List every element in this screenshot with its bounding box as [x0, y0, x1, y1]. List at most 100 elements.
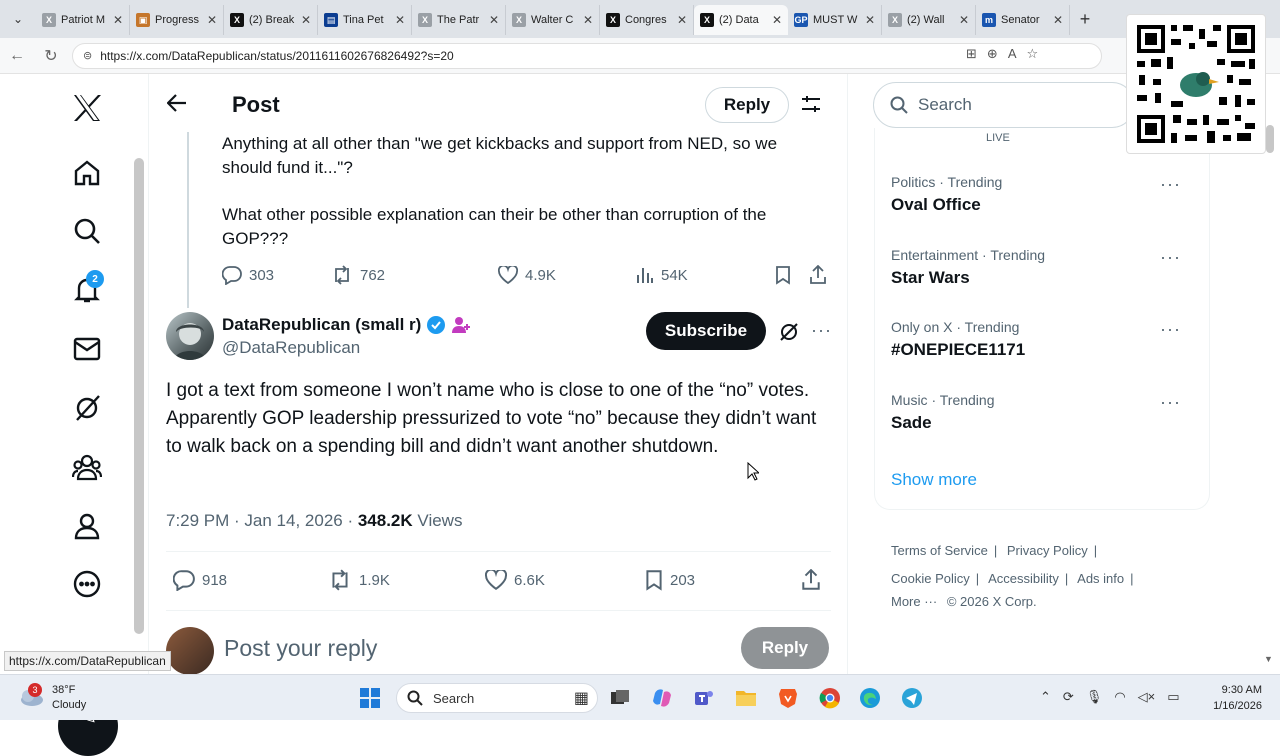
like-action[interactable]: 4.9K	[498, 266, 556, 284]
close-tab-icon[interactable]: ✕	[301, 13, 311, 27]
browser-tab[interactable]: X Walter C ✕	[506, 5, 600, 35]
repost-action[interactable]: 1.9K	[328, 569, 390, 591]
post-date[interactable]: Jan 14, 2026	[244, 511, 342, 530]
accessibility-link[interactable]: Accessibility	[988, 571, 1059, 586]
more-options-icon[interactable]: ···	[1160, 392, 1181, 413]
brave-browser-icon[interactable]	[774, 684, 802, 712]
more-options-icon[interactable]: ···	[1160, 174, 1181, 195]
trend-item[interactable]: Politics · Trending Oval Office ···	[891, 174, 1191, 215]
read-aloud-icon[interactable]: A	[1008, 46, 1017, 62]
more-options-icon[interactable]: ···	[1160, 319, 1181, 340]
more-options-icon[interactable]: ···	[1160, 247, 1181, 268]
chrome-icon[interactable]	[816, 684, 844, 712]
app-available-icon[interactable]: ⊞	[966, 46, 977, 62]
trend-item[interactable]: Entertainment · Trending Star Wars ···	[891, 247, 1191, 288]
messages-envelope-icon[interactable]	[62, 329, 112, 369]
share-icon[interactable]	[801, 569, 821, 591]
tab-list-menu-icon[interactable]: ⌄	[0, 0, 36, 38]
close-tab-icon[interactable]: ✕	[395, 13, 405, 27]
search-input[interactable]: Search	[873, 82, 1135, 128]
scroll-down-arrow-icon[interactable]: ▼	[1264, 654, 1273, 664]
bookmark-action[interactable]: 203	[645, 569, 695, 591]
zoom-icon[interactable]: ⊕	[987, 46, 998, 62]
close-tab-icon[interactable]: ✕	[207, 13, 217, 27]
privacy-link[interactable]: Privacy Policy	[1007, 543, 1088, 558]
back-arrow-icon[interactable]	[166, 94, 187, 118]
close-tab-icon[interactable]: ✕	[959, 13, 969, 27]
communities-icon[interactable]	[62, 447, 112, 487]
profile-icon[interactable]	[62, 506, 112, 546]
back-arrow-icon[interactable]: ←	[0, 47, 34, 65]
author-avatar[interactable]	[166, 312, 214, 360]
trend-item[interactable]: Only on X · Trending #ONEPIECE1171 ···	[891, 319, 1191, 360]
sync-icon[interactable]: ⟳	[1063, 689, 1074, 705]
browser-tab[interactable]: m Senator ✕	[976, 5, 1070, 35]
more-options-icon[interactable]: ···	[811, 320, 832, 341]
ads-info-link[interactable]: Ads info	[1077, 571, 1124, 586]
task-view-icon[interactable]	[606, 684, 634, 712]
more-circle-icon[interactable]	[62, 564, 112, 604]
right-scrollbar[interactable]	[1266, 125, 1274, 153]
app-icon[interactable]	[898, 684, 926, 712]
reply-submit-button[interactable]: Reply	[741, 627, 829, 669]
microphone-icon[interactable]: 🎙	[1086, 689, 1103, 705]
home-icon[interactable]	[62, 153, 112, 193]
browser-tab[interactable]: X Patriot M ✕	[36, 5, 130, 35]
repost-action[interactable]: 762	[331, 265, 385, 285]
weather-widget[interactable]: 3 38°F Cloudy	[18, 683, 86, 713]
reply-filter-button[interactable]: Reply	[705, 87, 789, 123]
edge-icon[interactable]	[856, 684, 884, 712]
browser-tab[interactable]: ▤ Tina Pet ✕	[318, 5, 412, 35]
post-time[interactable]: 7:29 PM	[166, 511, 229, 530]
favorite-star-icon[interactable]: ☆	[1026, 46, 1038, 62]
close-tab-icon[interactable]: ✕	[865, 13, 875, 27]
battery-icon[interactable]: ▭	[1167, 689, 1179, 705]
left-scrollbar[interactable]	[134, 158, 144, 634]
close-tab-icon[interactable]: ✕	[489, 13, 499, 27]
author-handle[interactable]: @DataRepublican	[222, 338, 360, 358]
browser-tab[interactable]: X The Patr ✕	[412, 5, 506, 35]
bookmark-icon[interactable]	[775, 265, 791, 285]
close-tab-icon[interactable]: ✕	[1053, 13, 1063, 27]
taskbar-search[interactable]: Search ▦	[396, 683, 598, 713]
subscribe-button[interactable]: Subscribe	[646, 312, 766, 350]
reply-action[interactable]: 303	[222, 265, 274, 285]
system-clock[interactable]: 9:30 AM 1/16/2026	[1200, 682, 1262, 714]
grok-explain-icon[interactable]	[779, 322, 799, 347]
new-tab-button[interactable]: +	[1070, 9, 1100, 30]
close-tab-icon[interactable]: ✕	[113, 13, 123, 27]
browser-tab[interactable]: GP MUST W ✕	[788, 5, 882, 35]
wifi-icon[interactable]: ◠	[1114, 689, 1125, 705]
browser-tab[interactable]: X Congres ✕	[600, 5, 694, 35]
tune-sliders-icon[interactable]	[801, 94, 821, 119]
file-explorer-icon[interactable]	[732, 684, 760, 712]
site-info-icon[interactable]: ⊜	[83, 49, 92, 62]
url-field[interactable]: ⊜ https://x.com/DataRepublican/status/20…	[72, 42, 1102, 69]
browser-tab-active[interactable]: X (2) Data ✕	[694, 5, 788, 35]
author-name[interactable]: DataRepublican (small r)	[222, 315, 471, 335]
grok-icon[interactable]	[62, 388, 112, 428]
x-logo-icon[interactable]	[62, 88, 112, 128]
browser-tab[interactable]: X (2) Break ✕	[224, 5, 318, 35]
reply-input[interactable]: Post your reply	[224, 635, 377, 662]
share-icon[interactable]	[809, 265, 827, 285]
windows-start-icon[interactable]	[356, 684, 384, 712]
browser-tab[interactable]: X (2) Wall ✕	[882, 5, 976, 35]
views-action[interactable]: 54K	[636, 266, 688, 284]
like-action[interactable]: 6.6K	[485, 570, 545, 590]
chevron-up-icon[interactable]: ⌃	[1040, 689, 1051, 705]
close-tab-icon[interactable]: ✕	[677, 13, 687, 27]
more-link[interactable]: More ···	[891, 594, 937, 609]
reload-icon[interactable]: ↻	[34, 46, 68, 66]
search-icon[interactable]	[62, 211, 112, 251]
copilot-icon[interactable]	[648, 684, 676, 712]
browser-tab[interactable]: ▣ Progress ✕	[130, 5, 224, 35]
trend-item[interactable]: Music · Trending Sade ···	[891, 392, 1191, 433]
cookie-link[interactable]: Cookie Policy	[891, 571, 970, 586]
user-avatar[interactable]	[166, 627, 214, 675]
close-tab-icon[interactable]: ✕	[772, 13, 782, 27]
volume-icon[interactable]: ◁×	[1138, 689, 1156, 705]
close-tab-icon[interactable]: ✕	[583, 13, 593, 27]
show-more-link[interactable]: Show more	[891, 470, 977, 490]
terms-link[interactable]: Terms of Service	[891, 543, 988, 558]
